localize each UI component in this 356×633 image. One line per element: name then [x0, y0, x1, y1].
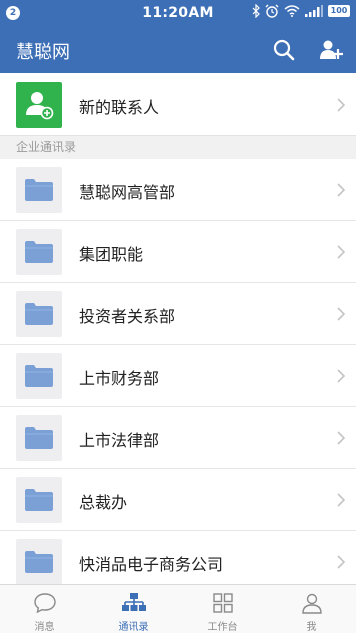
chevron-right-icon: [337, 98, 346, 112]
tab-label: 我: [306, 622, 317, 633]
new-contacts-row[interactable]: 新的联系人: [0, 73, 356, 136]
list-item[interactable]: 集团职能: [0, 221, 356, 283]
folder-tile: [16, 539, 62, 585]
grid-icon: [212, 593, 233, 613]
chevron-right-icon: [337, 493, 346, 507]
org-chart-icon: [121, 593, 146, 611]
folder-icon: [25, 241, 53, 263]
add-user-icon: [320, 40, 343, 59]
folder-icon: [25, 365, 53, 387]
chevron-right-icon: [337, 307, 346, 321]
new-contact-avatar: [16, 82, 62, 128]
folder-tile: [16, 415, 62, 461]
department-label: 快消品电子商务公司: [79, 555, 224, 574]
folder-icon: [25, 489, 53, 511]
bottom-tab-bar: 消息 通讯录 工作台 我: [0, 584, 356, 633]
section-header: 企业通讯录: [0, 136, 356, 159]
chevron-right-icon: [337, 431, 346, 445]
signal-icon: [305, 5, 323, 17]
list-item[interactable]: 慧聪网高管部: [0, 159, 356, 221]
list-item[interactable]: 上市财务部: [0, 345, 356, 407]
add-contact-icon: [26, 92, 54, 120]
tab-label: 消息: [34, 622, 55, 633]
alarm-icon: [265, 4, 279, 18]
list-item[interactable]: 上市法律部: [0, 407, 356, 469]
list-item[interactable]: 投资者关系部: [0, 283, 356, 345]
folder-tile: [16, 229, 62, 275]
chevron-right-icon: [337, 369, 346, 383]
folder-icon: [25, 303, 53, 325]
folder-tile: [16, 477, 62, 523]
add-user-button[interactable]: [318, 37, 344, 63]
person-icon: [301, 593, 322, 614]
new-contacts-label: 新的联系人: [79, 98, 160, 117]
department-label: 慧聪网高管部: [79, 183, 176, 202]
folder-tile: [16, 167, 62, 213]
search-button[interactable]: [271, 37, 297, 63]
tab-label: 通讯录: [118, 622, 149, 633]
wifi-icon: [284, 5, 300, 17]
tab-me[interactable]: 我: [267, 585, 356, 633]
folder-icon: [25, 427, 53, 449]
tab-messages[interactable]: 消息: [0, 585, 89, 633]
folder-tile: [16, 291, 62, 337]
chevron-right-icon: [337, 245, 346, 259]
list-item[interactable]: 总裁办: [0, 469, 356, 531]
tab-label: 工作台: [207, 622, 238, 633]
chevron-right-icon: [337, 555, 346, 569]
bluetooth-icon: [252, 4, 260, 18]
chat-bubble-icon: [33, 593, 56, 614]
tab-workbench[interactable]: 工作台: [178, 585, 267, 633]
folder-icon: [25, 179, 53, 201]
chevron-right-icon: [337, 183, 346, 197]
department-list: 慧聪网高管部 集团职能 投资者关系部 上市财务部 上市法律部 总裁办 快消品电子…: [0, 159, 356, 593]
battery-icon: 100: [328, 5, 350, 17]
department-label: 上市法律部: [79, 431, 160, 450]
folder-icon: [25, 551, 53, 573]
folder-tile: [16, 353, 62, 399]
department-label: 上市财务部: [79, 369, 160, 388]
department-label: 投资者关系部: [79, 307, 176, 326]
status-bar: 2 11:20AM 100: [0, 0, 356, 26]
department-label: 集团职能: [79, 245, 144, 264]
search-icon: [273, 39, 295, 61]
app-bar: 慧聪网: [0, 26, 356, 73]
app-title: 慧聪网: [16, 42, 70, 63]
tab-contacts[interactable]: 通讯录: [89, 585, 178, 633]
department-label: 总裁办: [79, 493, 128, 512]
